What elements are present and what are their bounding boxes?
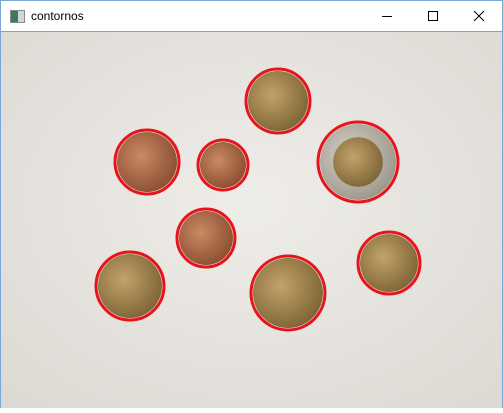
window-title: contornos bbox=[31, 9, 84, 23]
maximize-icon bbox=[428, 11, 438, 21]
minimize-icon bbox=[382, 16, 392, 17]
coin-gold bbox=[244, 67, 312, 135]
coin-copper bbox=[113, 128, 181, 196]
contour-image bbox=[1, 32, 502, 408]
coin-copper bbox=[175, 207, 237, 269]
coin-gold bbox=[94, 250, 166, 322]
opencv-window: contornos bbox=[0, 0, 503, 408]
close-button[interactable] bbox=[456, 1, 502, 31]
minimize-button[interactable] bbox=[364, 1, 410, 31]
coin-gold bbox=[356, 230, 422, 296]
coin-gold bbox=[249, 254, 327, 332]
coin-bimetal bbox=[316, 120, 400, 204]
close-icon bbox=[473, 10, 485, 22]
window-app-icon bbox=[10, 10, 25, 23]
coin-copper bbox=[196, 138, 250, 192]
maximize-button[interactable] bbox=[410, 1, 456, 31]
title-bar[interactable]: contornos bbox=[1, 1, 502, 31]
image-canvas bbox=[1, 31, 502, 408]
